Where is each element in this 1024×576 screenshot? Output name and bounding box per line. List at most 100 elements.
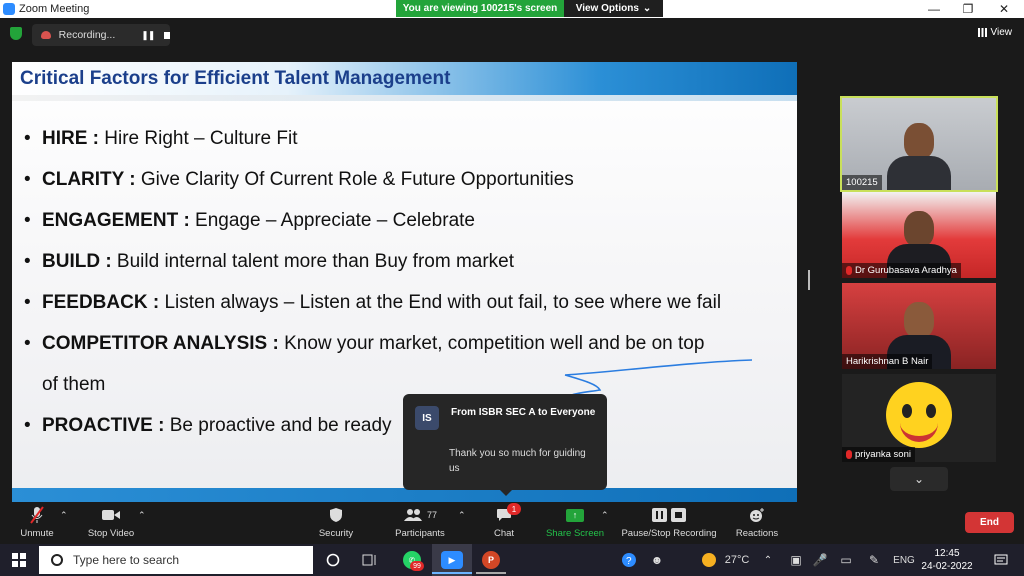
- recording-label: Recording...: [58, 29, 116, 41]
- taskbar-search-input[interactable]: Type here to search: [39, 546, 313, 574]
- video-tile[interactable]: Dr Gurubasava Aradhya: [842, 192, 996, 278]
- participant-name: Harikrishnan B Nair: [846, 356, 929, 367]
- video-tile[interactable]: priyanka soni: [842, 374, 996, 462]
- microphone-icon[interactable]: 🎤: [810, 548, 830, 572]
- security-button[interactable]: Security: [316, 504, 356, 544]
- minimize-icon: —: [928, 2, 940, 16]
- slide-footer-band: [12, 488, 797, 502]
- temperature: 27°C: [724, 554, 750, 566]
- search-icon: [51, 554, 63, 566]
- weather-sun-icon: [698, 548, 720, 572]
- smiley-add-icon: [748, 504, 766, 526]
- zoom-taskbar-icon[interactable]: ▶: [441, 551, 463, 569]
- powerpoint-letter: P: [487, 555, 494, 565]
- minimize-button[interactable]: —: [916, 0, 952, 18]
- participants-button[interactable]: 77 Participants: [392, 504, 448, 544]
- mic-muted-icon: [846, 450, 852, 459]
- restore-icon: ❐: [962, 2, 974, 16]
- windows-start-icon[interactable]: [12, 553, 26, 567]
- unmute-button[interactable]: Unmute: [16, 504, 58, 544]
- close-icon: ✕: [998, 2, 1010, 16]
- chat-from: From ISBR SEC A to Everyone: [451, 407, 596, 418]
- participant-name-tag: priyanka soni: [842, 447, 915, 462]
- participants-label: Participants: [395, 528, 445, 539]
- chevron-down-icon: ⌄: [913, 472, 925, 486]
- participants-count: 77: [426, 510, 437, 520]
- video-tile[interactable]: Harikrishnan B Nair: [842, 283, 996, 369]
- audio-options-caret[interactable]: ⌃: [60, 510, 68, 521]
- cloud-record-icon: [41, 31, 51, 39]
- task-view-icon[interactable]: [358, 548, 382, 572]
- video-tile-active-speaker[interactable]: 100215: [840, 96, 998, 192]
- participant-name-tag: 100215: [842, 175, 882, 190]
- panel-resize-handle[interactable]: [808, 270, 810, 290]
- chevron-down-icon: ⌄: [642, 3, 652, 14]
- participant-name-tag: Harikrishnan B Nair: [842, 354, 933, 369]
- share-screen-label: Share Screen: [545, 528, 605, 539]
- reactions-label: Reactions: [735, 528, 779, 539]
- notification-center-icon[interactable]: [990, 548, 1012, 572]
- help-icon[interactable]: ?: [618, 548, 640, 572]
- cortana-icon[interactable]: [322, 548, 344, 572]
- window-title: Zoom Meeting: [19, 3, 90, 15]
- search-placeholder: Type here to search: [73, 553, 180, 567]
- participant-name: Dr Gurubasava Aradhya: [855, 265, 957, 276]
- recording-indicator: Recording... ❚❚: [32, 24, 170, 46]
- video-camera-icon: [101, 504, 121, 526]
- participant-name: priyanka soni: [855, 449, 911, 460]
- share-screen-icon: ↑: [566, 504, 584, 526]
- chat-notification[interactable]: IS From ISBR SEC A to Everyone Thank you…: [403, 394, 607, 496]
- viewing-banner: You are viewing 100215's screen: [396, 0, 564, 17]
- chat-unread-badge: 1: [507, 503, 521, 515]
- chat-label: Chat: [493, 528, 515, 539]
- view-options-button[interactable]: View Options ⌄: [564, 0, 663, 17]
- participant-name: 100215: [846, 177, 878, 188]
- shield-icon[interactable]: [10, 27, 22, 40]
- security-label: Security: [318, 528, 354, 539]
- close-button[interactable]: ✕: [986, 0, 1022, 18]
- share-options-caret[interactable]: ⌃: [601, 510, 609, 521]
- smiley-avatar: [886, 382, 952, 448]
- more-participants-button[interactable]: ⌄: [890, 467, 948, 491]
- view-options-label: View Options: [575, 3, 639, 14]
- clock-time: 12:45: [934, 548, 960, 559]
- participants-icon: 77: [403, 504, 437, 526]
- input-language[interactable]: ENG: [892, 548, 916, 572]
- mic-muted-icon: [30, 504, 44, 526]
- powerpoint-running-indicator: [476, 572, 506, 574]
- grid-icon: [977, 28, 987, 37]
- battery-icon[interactable]: ▭: [836, 548, 856, 572]
- pause-stop-recording-label: Pause/Stop Recording: [621, 528, 717, 539]
- chevron-up-icon[interactable]: ⌃: [758, 548, 778, 572]
- whatsapp-badge: 99: [410, 561, 424, 571]
- network-icon[interactable]: ▣: [786, 548, 806, 572]
- svg-text:?: ?: [626, 556, 632, 567]
- pause-stop-recording-button[interactable]: Pause/Stop Recording: [620, 504, 718, 544]
- people-icon[interactable]: ☻: [646, 548, 668, 572]
- stop-icon[interactable]: [164, 31, 170, 39]
- mic-muted-icon: [846, 266, 852, 275]
- powerpoint-icon[interactable]: P: [482, 551, 500, 569]
- participants-options-caret[interactable]: ⌃: [458, 510, 466, 521]
- end-meeting-button[interactable]: End: [965, 512, 1014, 533]
- pause-stop-icon: [651, 504, 687, 526]
- reactions-button[interactable]: Reactions: [734, 504, 780, 544]
- participant-name-tag: Dr Gurubasava Aradhya: [842, 263, 961, 278]
- shield-icon: [329, 504, 343, 526]
- share-screen-button[interactable]: ↑ Share Screen: [545, 504, 605, 544]
- unmute-label: Unmute: [20, 528, 54, 539]
- pen-icon[interactable]: ✎: [864, 548, 884, 572]
- toast-pointer: [500, 490, 512, 496]
- participant-video: [887, 123, 951, 190]
- taskbar-clock[interactable]: 12:45 24-02-2022: [918, 547, 976, 573]
- clock-date: 24-02-2022: [921, 561, 973, 572]
- annotation-stroke: [564, 359, 753, 396]
- stop-video-label: Stop Video: [87, 528, 135, 539]
- restore-button[interactable]: ❐: [950, 0, 986, 18]
- zoom-app-icon: [3, 3, 15, 15]
- video-options-caret[interactable]: ⌃: [138, 510, 146, 521]
- view-button[interactable]: View: [977, 27, 1012, 38]
- stop-video-button[interactable]: Stop Video: [84, 504, 138, 544]
- zoom-active-indicator: [432, 572, 472, 574]
- pause-icon[interactable]: ❚❚: [141, 30, 155, 41]
